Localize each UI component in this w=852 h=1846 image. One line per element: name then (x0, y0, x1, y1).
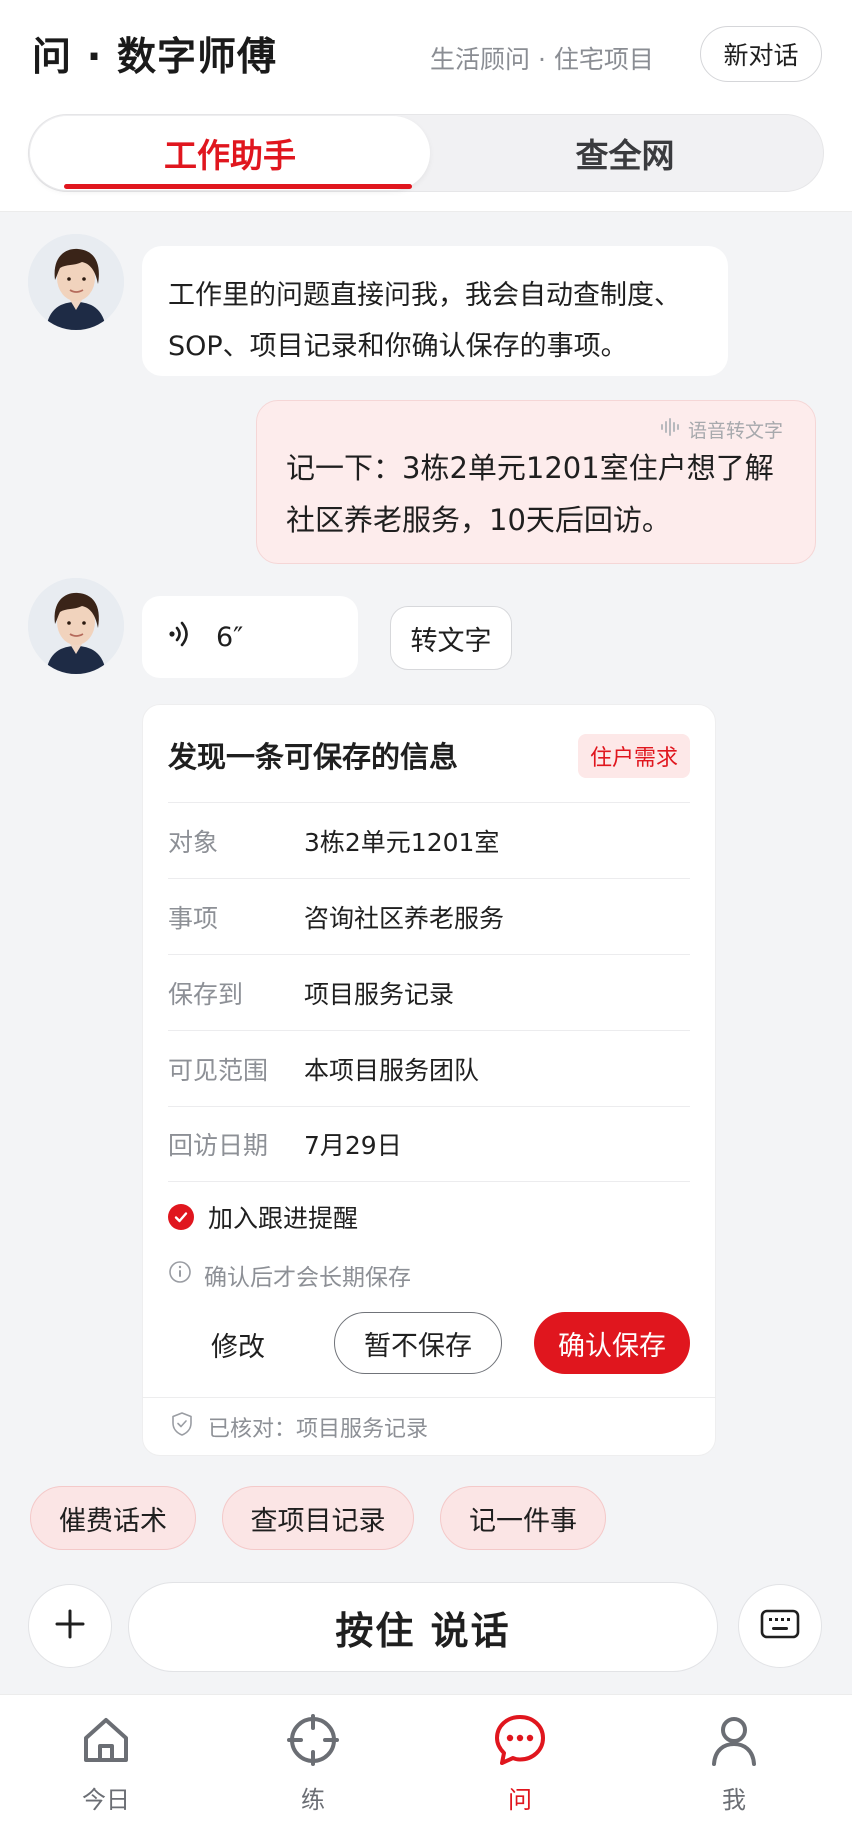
header-subtitle: 生活顾问 · 住宅项目 (430, 45, 654, 74)
row-value: 项目服务记录 (304, 979, 455, 1009)
card-row-target: 对象 3栋2单元1201室 (168, 802, 690, 878)
voice-tag-label: 语音转文字 (688, 420, 784, 442)
row-value: 本项目服务团队 (304, 1055, 480, 1085)
row-value: 7月29日 (304, 1131, 402, 1160)
waveform-icon (660, 418, 682, 441)
card-row-followup-date: 回访日期 7月29日 (168, 1106, 690, 1182)
plus-icon (53, 1607, 87, 1645)
nav-item-me[interactable]: 我 (674, 1712, 794, 1822)
message-text-line: SOP、项目记录和你确认保存的事项。 (168, 331, 628, 362)
tab-work-assistant[interactable]: 工作助手 (30, 116, 430, 190)
message-text-line: 工作里的问题直接问我，我会自动查制度、 (168, 280, 681, 311)
row-label: 可见范围 (168, 1055, 269, 1085)
assistant-message-bubble: 工作里的问题直接问我，我会自动查制度、 SOP、项目记录和你确认保存的事项。 (142, 246, 728, 376)
add-attachment-button[interactable] (28, 1584, 112, 1668)
quick-chip-note[interactable]: 记一件事 (440, 1486, 606, 1550)
save-notice: 确认后才会长期保存 (168, 1258, 411, 1292)
convert-to-text-button[interactable]: 转文字 (390, 606, 512, 670)
chat-icon (492, 1712, 548, 1774)
row-label: 对象 (168, 827, 219, 857)
target-icon (285, 1712, 341, 1774)
verified-source: 已核对：项目服务记录 (142, 1397, 716, 1455)
row-label: 保存到 (168, 979, 244, 1009)
quick-chip-payment-script[interactable]: 催费话术 (30, 1486, 196, 1550)
card-row-matter: 事项 咨询社区养老服务 (168, 878, 690, 954)
nav-label: 我 (722, 1786, 746, 1814)
user-message-text: 记一下：3栋2单元1201室住户想了解 社区养老服务，10天后回访。 (286, 442, 792, 546)
card-row-visibility: 可见范围 本项目服务团队 (168, 1030, 690, 1106)
row-label: 事项 (168, 903, 219, 933)
card-row-save-to: 保存到 项目服务记录 (168, 954, 690, 1030)
voice-play-icon (166, 619, 196, 656)
assistant-avatar (28, 578, 124, 674)
nav-item-today[interactable]: 今日 (46, 1712, 166, 1822)
tab-search-web[interactable]: 查全网 (430, 116, 820, 190)
keyboard-toggle-button[interactable] (738, 1584, 822, 1668)
keyboard-icon (760, 1608, 800, 1644)
voice-duration: 6″ (216, 621, 244, 653)
reminder-label: 加入跟进提醒 (208, 1204, 359, 1233)
nav-item-ask[interactable]: 问 (460, 1712, 580, 1822)
hold-to-talk-button[interactable]: 按住 说话 (128, 1582, 718, 1672)
nav-label: 问 (508, 1786, 532, 1814)
new-chat-button[interactable]: 新对话 (700, 26, 822, 82)
user-icon (706, 1712, 762, 1774)
checkmark-icon (168, 1204, 194, 1230)
card-title: 发现一条可保存的信息 (168, 740, 459, 774)
shield-check-icon (170, 1411, 194, 1443)
edit-button[interactable]: 修改 (186, 1316, 290, 1372)
message-text-line: 社区养老服务，10天后回访。 (286, 503, 671, 537)
notice-text: 确认后才会长期保存 (204, 1265, 411, 1291)
skip-save-button[interactable]: 暂不保存 (334, 1312, 502, 1374)
nav-item-practice[interactable]: 练 (253, 1712, 373, 1822)
confirm-save-button[interactable]: 确认保存 (534, 1312, 690, 1374)
quick-chip-project-records[interactable]: 查项目记录 (222, 1486, 414, 1550)
verified-text: 已核对：项目服务记录 (208, 1416, 429, 1442)
nav-label: 今日 (82, 1786, 130, 1814)
page-title: 问 · 数字师傅 (32, 35, 277, 80)
info-icon (168, 1260, 192, 1290)
row-value: 咨询社区养老服务 (304, 903, 505, 933)
voice-to-text-tag: 语音转文字 (660, 416, 783, 443)
home-icon (78, 1712, 134, 1774)
active-tab-indicator (64, 184, 412, 189)
voice-message[interactable]: 6″ (142, 596, 358, 678)
row-label: 回访日期 (168, 1131, 269, 1160)
row-value: 3栋2单元1201室 (304, 827, 500, 857)
followup-reminder-checkbox[interactable]: 加入跟进提醒 (168, 1199, 358, 1235)
assistant-avatar (28, 234, 124, 330)
category-tag: 住户需求 (578, 734, 690, 778)
message-text-line: 记一下：3栋2单元1201室住户想了解 (286, 451, 774, 485)
nav-label: 练 (301, 1786, 325, 1814)
